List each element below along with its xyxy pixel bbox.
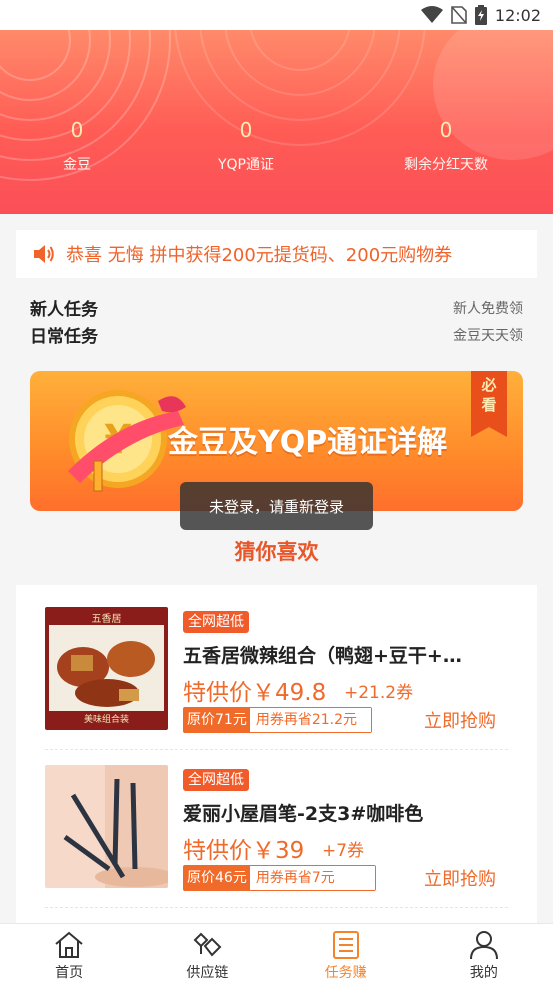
supply-chain-icon — [193, 932, 222, 957]
tab-label: 任务赚 — [324, 965, 367, 981]
product-card[interactable]: 五香居 美味组合装 全网超低 五香居微辣组合（鸭翅+豆干+… 特供价￥49.8 … — [16, 585, 537, 743]
original-price: 原价71元 — [184, 708, 250, 732]
banner-title: 金豆及YQP通证详解 — [168, 425, 448, 460]
login-toast: 未登录，请重新登录 — [180, 482, 373, 530]
tab-label: 我的 — [469, 965, 498, 981]
original-price: 原价46元 — [184, 866, 250, 890]
no-sim-icon — [451, 6, 467, 24]
product-tag: 全网超低 — [183, 769, 249, 791]
stat-label: YQP通证 — [217, 157, 274, 173]
wifi-icon — [420, 6, 443, 23]
product-coupon: +21.2券 — [344, 683, 414, 703]
battery-icon — [474, 5, 487, 25]
product-coupon: +7券 — [322, 841, 365, 861]
task-title: 新人任务 — [30, 300, 98, 320]
badge-line-1: 必 — [481, 376, 497, 394]
task-title: 日常任务 — [30, 327, 98, 347]
thumb-pack-text: 美味组合装 — [84, 713, 129, 725]
stat-value: 0 — [70, 118, 84, 142]
stat-gold-beans[interactable]: 0 金豆 — [0, 118, 157, 174]
product-card[interactable]: 全网超低 爱丽小屋眉笔-2支3#咖啡色 特供价￥39 +7券 原价46元 用券再… — [16, 743, 537, 901]
product-price: 特供价￥39 — [183, 838, 305, 864]
product-tag: 全网超低 — [183, 611, 249, 633]
tab-supply-chain[interactable]: 供应链 — [138, 924, 276, 983]
stat-dividend-days[interactable]: 0 剩余分红天数 — [366, 118, 526, 174]
status-bar: 12:02 — [0, 0, 553, 30]
price-info-box: 原价71元 用券再省21.2元 — [183, 707, 372, 733]
task-new-user[interactable]: 新人任务 新人免费领 — [30, 294, 523, 321]
tab-label: 首页 — [55, 965, 84, 981]
tab-label: 供应链 — [186, 965, 229, 981]
speaker-icon — [34, 245, 54, 263]
price-info-box: 原价46元 用券再省7元 — [183, 865, 376, 891]
product-name: 爱丽小屋眉笔-2支3#咖啡色 — [183, 803, 424, 825]
tab-home[interactable]: 首页 — [0, 924, 138, 983]
status-time: 12:02 — [494, 5, 541, 25]
coupon-saving: 用券再省7元 — [249, 866, 375, 890]
task-list-icon — [332, 931, 359, 959]
task-list: 新人任务 新人免费领 日常任务 金豆天天领 — [30, 294, 523, 348]
bottom-tab-bar: 首页 供应链 任务赚 我的 — [0, 923, 553, 983]
product-price: 特供价￥49.8 — [183, 680, 327, 706]
product-image — [45, 765, 168, 888]
section-title: 猜你喜欢 — [234, 540, 319, 564]
must-read-badge: 必 看 — [471, 371, 507, 437]
hero-header: 0 金豆 0 YQP通证 0 剩余分红天数 — [0, 30, 553, 214]
buy-now-button[interactable]: 立即抢购 — [424, 865, 496, 891]
divider — [45, 907, 508, 908]
product-name: 五香居微辣组合（鸭翅+豆干+… — [183, 645, 462, 667]
notice-bar[interactable]: 恭喜 无悔 拼中获得200元提货码、200元购物券 — [16, 230, 537, 278]
stat-label: 金豆 — [63, 157, 91, 173]
thumb-brand-text: 五香居 — [92, 613, 122, 625]
user-icon — [469, 931, 498, 960]
home-icon — [55, 931, 83, 958]
stat-label: 剩余分红天数 — [404, 157, 488, 173]
tab-tasks[interactable]: 任务赚 — [277, 924, 415, 983]
stat-yqp-token[interactable]: 0 YQP通证 — [166, 118, 326, 174]
tab-mine[interactable]: 我的 — [415, 924, 553, 983]
task-subtitle: 新人免费领 — [453, 300, 523, 317]
coupon-saving: 用券再省21.2元 — [249, 708, 371, 732]
badge-line-2: 看 — [481, 396, 497, 414]
buy-now-button[interactable]: 立即抢购 — [424, 707, 496, 733]
task-daily[interactable]: 日常任务 金豆天天领 — [30, 321, 523, 348]
stat-value: 0 — [439, 118, 453, 142]
task-subtitle: 金豆天天领 — [453, 327, 523, 344]
stat-value: 0 — [239, 118, 253, 142]
product-image: 五香居 美味组合装 — [45, 607, 168, 730]
notice-text: 恭喜 无悔 拼中获得200元提货码、200元购物券 — [66, 245, 453, 266]
product-list: 五香居 美味组合装 全网超低 五香居微辣组合（鸭翅+豆干+… 特供价￥49.8 … — [16, 585, 537, 925]
